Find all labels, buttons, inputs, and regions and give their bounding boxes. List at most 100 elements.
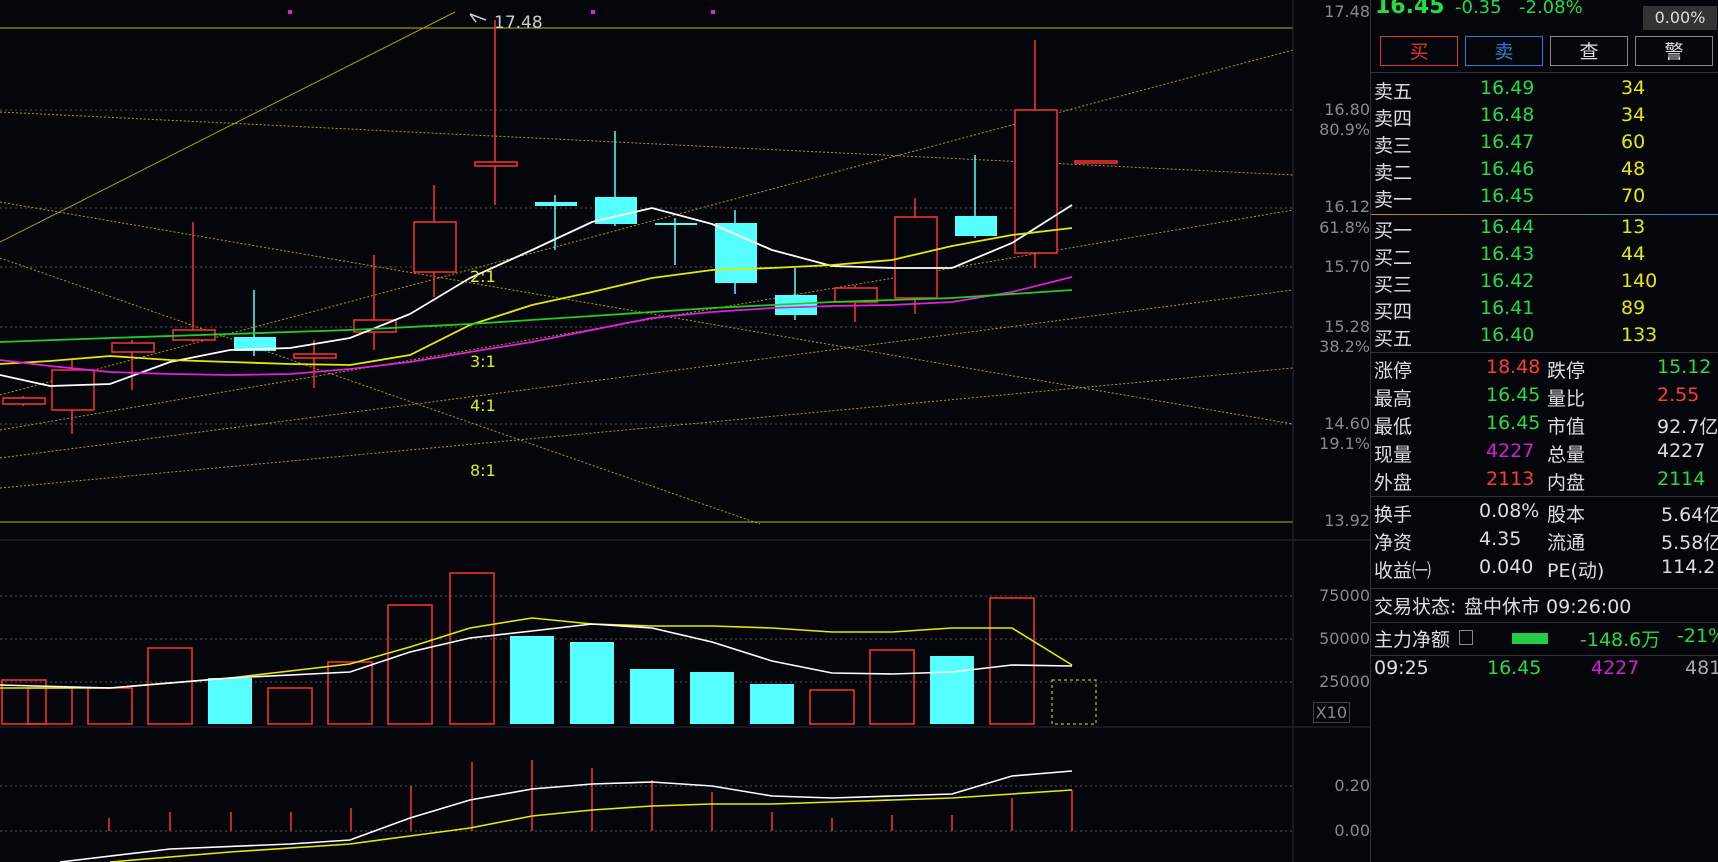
divider [1371,622,1718,623]
sell-level-row[interactable]: 卖三 16.47 60 [1371,131,1718,158]
stat-label: 最低 [1374,416,1413,438]
buy-button[interactable]: 买 [1380,36,1458,66]
stat-value: 4227 [1486,440,1535,462]
volume-bar [690,672,734,724]
query-button[interactable]: 查 [1550,36,1628,66]
candle [535,195,577,250]
stat-value: 0.040 [1479,556,1534,578]
sell-level-row[interactable]: 卖二 16.46 48 [1371,158,1718,185]
stat-label: 内盘 [1547,472,1586,494]
stat-row[interactable]: 最高 16.45 量比 2.55 [1371,384,1718,411]
tick-price: 16.45 [1487,657,1542,679]
stat-row[interactable]: 净资 4.35 流通 5.58亿 [1371,528,1718,555]
trade-status-label: 交易状态: [1374,596,1457,618]
price-axis-label: 14.60 [1324,414,1370,433]
stat-value: 2114 [1657,468,1706,490]
level-label: 买五 [1374,328,1413,350]
volume-unit-label[interactable]: X10 [1312,702,1350,723]
divider [1371,655,1718,656]
net-flow-bar [1512,633,1548,644]
main-net-row: 主力净额 -148.6万 -21% [1371,625,1718,652]
stat-label: PE(动) [1547,560,1605,582]
volume-bar [930,656,974,724]
candle [595,131,637,226]
stat-label: 流通 [1547,532,1586,554]
price-change-pct: -2.08% [1519,0,1583,18]
buy-level-row[interactable]: 买五 16.40 133 [1371,324,1718,351]
level-label: 买二 [1374,247,1413,269]
level-volume: 89 [1621,297,1646,319]
stat-value: 2.55 [1657,384,1700,406]
sell-level-row[interactable]: 卖一 16.45 70 [1371,185,1718,212]
buy-level-row[interactable]: 买三 16.42 140 [1371,270,1718,297]
stat-value: 18.48 [1486,356,1541,378]
candle [111,340,155,390]
main-net-label: 主力净额 [1374,629,1451,651]
candle [2,396,46,406]
stat-row[interactable]: 换手 0.08% 股本 5.64亿 [1371,500,1718,527]
level-volume: 34 [1621,104,1646,126]
stat-value: 5.58亿 [1661,532,1718,554]
fan-label: 4:1 [470,396,496,415]
stat-value: 2113 [1486,468,1535,490]
candle [715,210,757,294]
buy-level-row[interactable]: 买一 16.44 13 [1371,216,1718,243]
price-axis-label: 17.48 [1324,2,1370,21]
buy-level-row[interactable]: 买四 16.41 89 [1371,297,1718,324]
list-icon[interactable] [1459,630,1473,645]
stat-row[interactable]: 涨停 18.48 跌停 15.12 [1371,356,1718,383]
stat-row[interactable]: 现量 4227 总量 4227 [1371,440,1718,467]
alert-button[interactable]: 警 [1635,36,1713,66]
gann-fan-lines [0,49,1294,525]
level-price: 16.49 [1480,77,1535,99]
stat-row[interactable]: 收益㈠ 0.040 PE(动) 114.2 [1371,556,1718,583]
buy-level-row[interactable]: 买二 16.43 44 [1371,243,1718,270]
volume-bar [510,636,554,724]
sell-level-row[interactable]: 卖四 16.48 34 [1371,104,1718,131]
indicator-axis-label: 0.20 [1334,776,1370,795]
divider [1371,72,1718,73]
kline-chart-area[interactable]: 2:1 3:1 4:1 8:1 17.48 17.48 16.80 80.9% … [0,0,1370,862]
level-label: 卖四 [1374,108,1413,130]
volume-bar [208,678,252,724]
tick-row: 09:25 16.45 4227 481 [1371,657,1718,684]
level-price: 16.45 [1480,185,1535,207]
stat-value: 5.64亿 [1661,504,1718,526]
pct-axis-label: 38.2% [1319,337,1370,356]
price-axis-label: 15.70 [1324,257,1370,276]
divider [1371,588,1718,589]
volume-axis-label: 50000 [1319,629,1370,648]
stat-label: 股本 [1547,504,1586,526]
kline-chart-svg[interactable]: 2:1 3:1 4:1 8:1 17.48 [0,0,1370,862]
divider [1371,352,1718,353]
volume-bar-current [1051,679,1097,725]
indicator-line [109,789,1073,862]
level-label: 买三 [1374,274,1413,296]
stat-value: 15.12 [1657,356,1712,378]
stat-label: 换手 [1374,504,1413,526]
price-axis-label: 16.80 [1324,100,1370,119]
candles [2,20,1118,434]
volume-bar [869,649,915,725]
sell-level-row[interactable]: 卖五 16.49 34 [1371,77,1718,104]
level-price: 16.47 [1480,131,1535,153]
stat-row[interactable]: 最低 16.45 市值 92.7亿 [1371,412,1718,439]
level-price: 16.48 [1480,104,1535,126]
price-change: -0.35 [1455,0,1502,18]
volume-axis-label: 25000 [1319,672,1370,691]
stat-value: 16.45 [1486,384,1541,406]
stat-label: 涨停 [1374,360,1413,382]
tick-time: 09:25 [1374,657,1429,679]
level-label: 卖五 [1374,81,1413,103]
level-price: 16.40 [1480,324,1535,346]
candle [353,255,397,350]
sell-button[interactable]: 卖 [1465,36,1543,66]
quote-panel: 16.45 -0.35 -2.08% 0.00% 买 卖 查 警 卖五 16.49… [1370,0,1718,862]
indicator-axis-label: 0.00 [1334,821,1370,840]
level-volume: 133 [1621,324,1658,346]
level-volume: 34 [1621,77,1646,99]
level-volume: 13 [1621,216,1646,238]
stat-row[interactable]: 外盘 2113 内盘 2114 [1371,468,1718,495]
stat-label: 最高 [1374,388,1413,410]
stat-label: 跌停 [1547,360,1586,382]
